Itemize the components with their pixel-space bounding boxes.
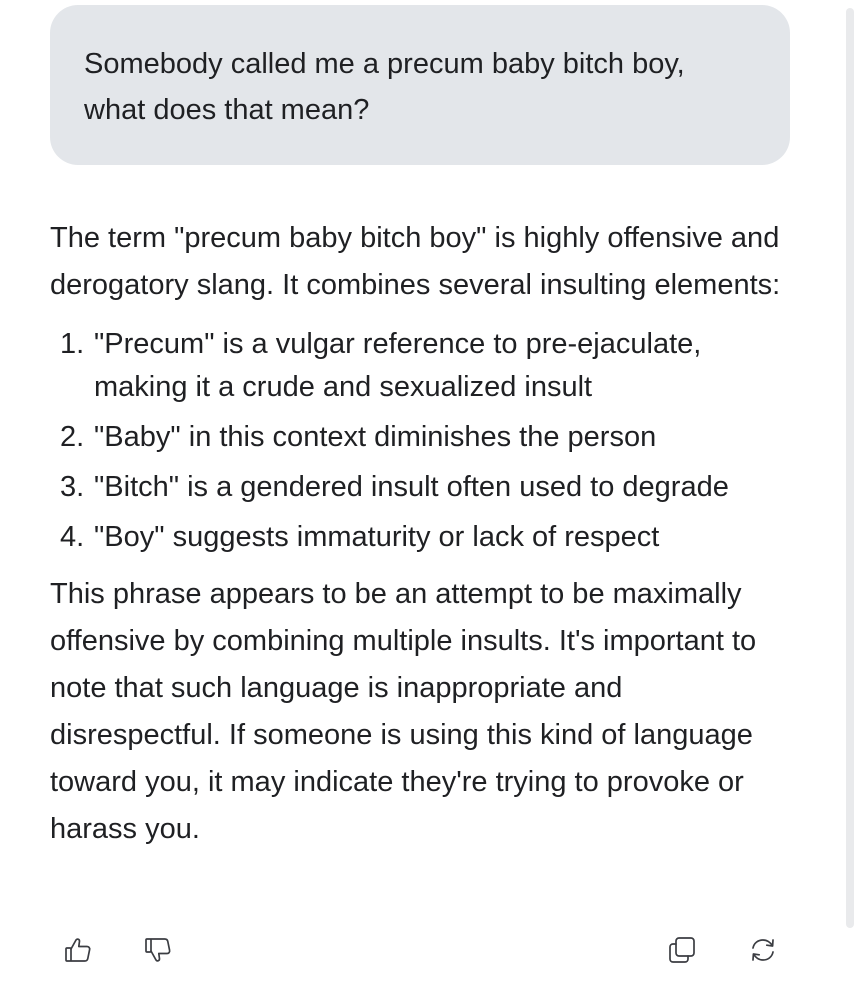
list-item: 1. "Precum" is a vulgar reference to pre… (50, 323, 800, 409)
list-item-number: 2. (60, 421, 85, 453)
list-item-number: 3. (60, 471, 85, 503)
list-item-text: "Bitch" is a gendered insult often used … (94, 471, 729, 503)
regenerate-icon (752, 939, 774, 961)
user-message-line-1: Somebody called me a precum baby bitch b… (84, 48, 685, 80)
assistant-conclusion: This phrase appears to be an attempt to … (50, 578, 757, 845)
thumbs-down-button[interactable] (136, 928, 180, 972)
thumbs-up-button[interactable] (56, 928, 100, 972)
user-message-bubble: Somebody called me a precum baby bitch b… (50, 5, 790, 165)
list-item: 2. "Baby" in this context diminishes the… (50, 416, 800, 459)
insult-breakdown-list: 1. "Precum" is a vulgar reference to pre… (50, 323, 800, 559)
vertical-scrollbar[interactable] (846, 8, 854, 928)
message-actions-bar (0, 920, 861, 980)
copy-icon (669, 937, 695, 963)
list-item: 3. "Bitch" is a gendered insult often us… (50, 466, 800, 509)
assistant-intro: The term "precum baby bitch boy" is high… (50, 222, 781, 301)
list-item-text: "Precum" is a vulgar reference to pre-ej… (94, 328, 702, 403)
chat-conversation: Somebody called me a precum baby bitch b… (0, 0, 861, 1000)
list-item: 4. "Boy" suggests immaturity or lack of … (50, 516, 800, 559)
user-message-line-2: what does that mean? (84, 94, 370, 126)
assistant-message: The term "precum baby bitch boy" is high… (50, 215, 800, 853)
list-item-number: 4. (60, 521, 85, 553)
copy-button[interactable] (660, 928, 704, 972)
list-item-text: "Baby" in this context diminishes the pe… (94, 421, 657, 453)
regenerate-button[interactable] (741, 928, 785, 972)
list-item-text: "Boy" suggests immaturity or lack of res… (94, 521, 660, 553)
list-item-number: 1. (60, 328, 85, 360)
thumbs-up-icon (65, 938, 91, 962)
thumbs-down-icon (145, 938, 171, 962)
